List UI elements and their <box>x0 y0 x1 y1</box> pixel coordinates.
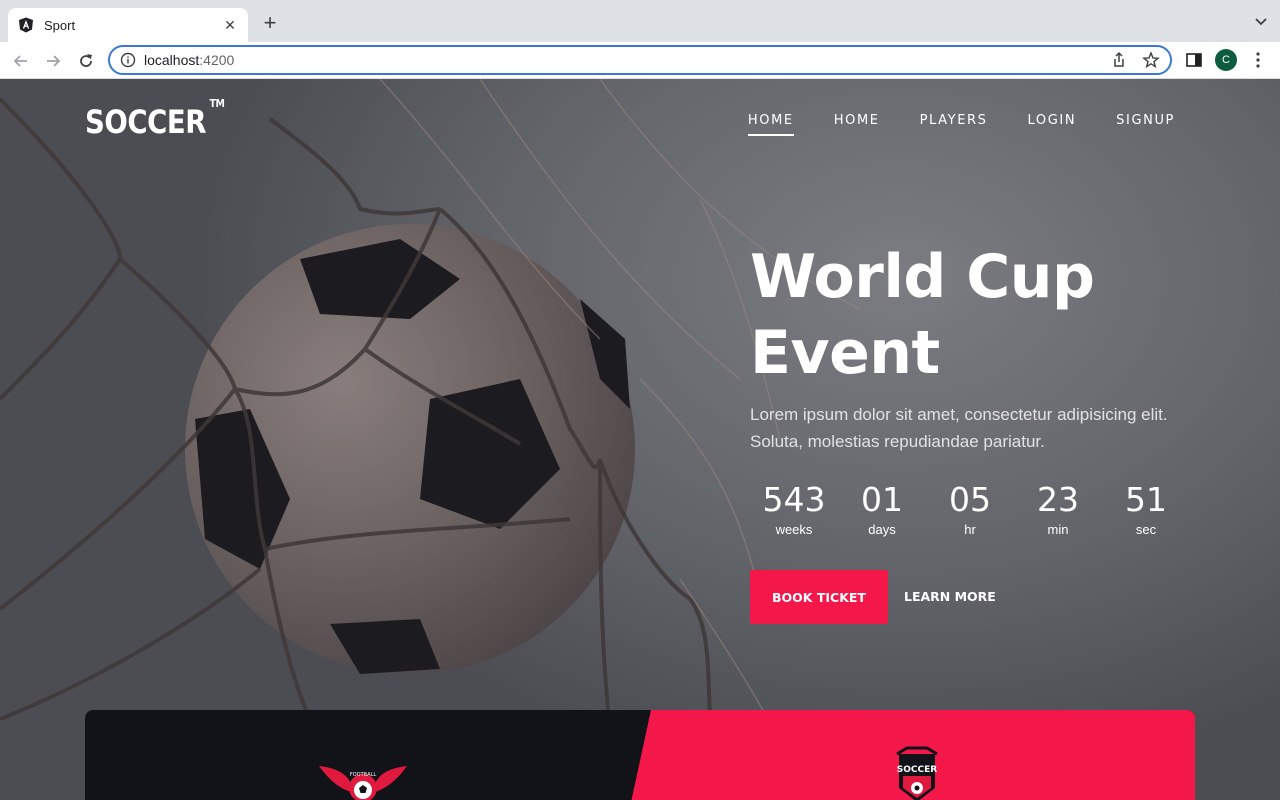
football-club-logo: FOOTBALL <box>319 766 407 800</box>
learn-more-link[interactable]: LEARN MORE <box>904 589 996 604</box>
countdown-value: 23 <box>1037 480 1079 519</box>
countdown-minutes: 23 min <box>1014 480 1102 538</box>
trademark-mark: TM <box>209 97 225 111</box>
address-bar[interactable]: localhost:4200 <box>108 45 1172 75</box>
angular-icon <box>19 17 33 33</box>
countdown-label: sec <box>1135 522 1157 537</box>
arrow-right-icon <box>47 55 61 67</box>
url-port: :4200 <box>199 52 235 68</box>
star-icon[interactable] <box>1142 51 1160 69</box>
tab-title: Sport <box>44 17 76 33</box>
browser-toolbar: localhost:4200 C <box>0 42 1280 79</box>
share-icon[interactable] <box>1110 51 1128 69</box>
reload-icon <box>80 54 92 67</box>
nav-item-login[interactable]: LOGIN <box>1028 113 1077 136</box>
url-text[interactable]: localhost:4200 <box>144 52 1096 68</box>
teams-banner: FOOTBALL SOCCER <box>85 710 1195 800</box>
countdown-days: 01 days <box>838 480 926 538</box>
back-button[interactable] <box>10 50 32 72</box>
info-icon[interactable] <box>120 52 136 68</box>
url-host: localhost <box>144 52 200 68</box>
left-badge-text: FOOTBALL <box>350 772 376 778</box>
nav-item-home-active[interactable]: HOME <box>747 113 794 136</box>
new-tab-button[interactable]: + <box>258 12 282 34</box>
profile-avatar[interactable]: C <box>1215 49 1237 71</box>
hero-title: World Cup Event <box>750 239 1170 391</box>
browser-tab-bar: Sport ✕ + <box>0 0 1280 42</box>
countdown-timer: 543 weeks 01 days 05 hr 23 min 51 sec <box>750 480 1190 538</box>
arrow-left-icon <box>13 55 27 67</box>
countdown-label: days <box>868 522 896 537</box>
countdown-value: 51 <box>1125 480 1167 519</box>
right-badge-text: SOCCER <box>897 765 937 775</box>
more-menu-icon[interactable] <box>1252 51 1264 69</box>
site-logo[interactable]: SOCCER TM <box>85 97 225 141</box>
close-tab-icon[interactable]: ✕ <box>222 17 238 34</box>
countdown-label: min <box>1047 522 1069 537</box>
reload-button[interactable] <box>75 50 97 72</box>
countdown-weeks: 543 weeks <box>750 480 838 538</box>
forward-button[interactable] <box>42 50 64 72</box>
countdown-hours: 05 hr <box>926 480 1014 538</box>
countdown-seconds: 51 sec <box>1102 480 1190 538</box>
nav-item-home[interactable]: HOME <box>834 113 880 136</box>
soccer-club-logo: SOCCER <box>896 746 938 800</box>
book-ticket-button[interactable]: BOOK TICKET <box>750 570 888 624</box>
browser-tab[interactable]: Sport ✕ <box>8 8 248 42</box>
nav-item-players[interactable]: PLAYERS <box>920 113 988 136</box>
hero-title-line2: Event <box>750 318 940 388</box>
nav-item-signup[interactable]: SIGNUP <box>1116 113 1175 136</box>
logo-text: SOCCER <box>85 103 207 141</box>
main-nav: HOME HOME PLAYERS LOGIN SIGNUP <box>747 113 1175 136</box>
page-viewport: SOCCER TM HOME HOME PLAYERS LOGIN SIGNUP … <box>0 79 1280 800</box>
countdown-value: 01 <box>861 480 903 519</box>
chevron-down-icon[interactable] <box>1254 14 1268 28</box>
hero-description: Lorem ipsum dolor sit amet, consectetur … <box>750 405 1168 451</box>
countdown-value: 05 <box>949 480 991 519</box>
countdown-label: weeks <box>775 522 813 537</box>
hero-title-line1: World Cup <box>750 242 1095 312</box>
side-panel-icon[interactable] <box>1185 51 1203 69</box>
countdown-label: hr <box>964 522 976 537</box>
countdown-value: 543 <box>762 480 826 519</box>
